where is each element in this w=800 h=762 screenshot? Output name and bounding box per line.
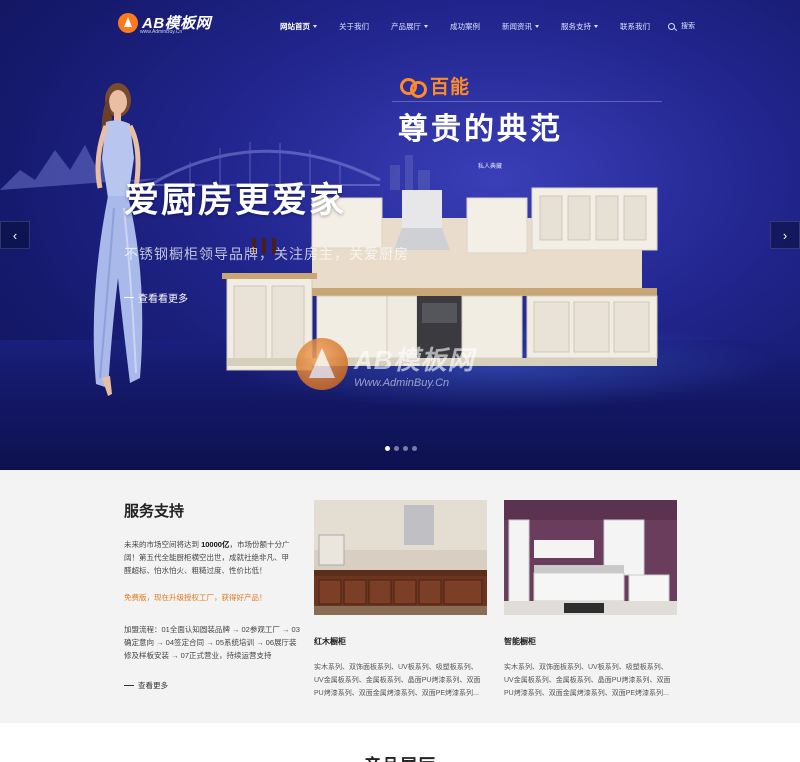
menu-item-label: 服务支持 (561, 21, 591, 31)
product-card[interactable]: 智能橱柜 实木系列、双饰面板系列、UV板系列、吸塑板系列、UV金属板系列、金属板… (504, 500, 677, 700)
watermark: AB模板网 Www.AdminBuy.Cn (296, 338, 475, 390)
service-highlight: 免费版，现在升级授权工厂，获得好产品！ (124, 593, 267, 602)
service-paragraph-prefix: 未来的市场空间将达到 (124, 540, 202, 549)
menu-item-about[interactable]: 关于我们 (339, 21, 369, 32)
chevron-left-icon: ‹ (12, 227, 18, 243)
watermark-title: AB模板网 (354, 344, 475, 375)
brand-divider (392, 101, 662, 102)
card-image-redwood-kitchen (314, 500, 487, 615)
products-section: 产品展厅 (0, 723, 800, 762)
service-paragraph: 未来的市场空间将达到 10000亿，市场份额十分广阔！第五代全能厨柜横空出世，成… (124, 538, 296, 577)
card-description: 实木系列、双饰面板系列、UV板系列、吸塑板系列、UV金属板系列、金属板系列、晶面… (314, 664, 481, 697)
card-description: 实木系列、双饰面板系列、UV板系列、吸塑板系列、UV金属板系列、金属板系列、晶面… (504, 664, 671, 697)
card-title: 红木橱柜 (314, 637, 346, 646)
logo-subtext: www.AdminBuy.Cn (140, 29, 183, 35)
service-title: 服务支持 (124, 503, 185, 520)
menu-item-home[interactable]: 网站首页 (280, 21, 317, 32)
top-navigation: AB模板网 www.AdminBuy.Cn 网站首页 关于我们 产品展厅 成功案… (0, 0, 800, 52)
service-more-label: 查看更多 (138, 681, 168, 690)
watermark-url: Www.AdminBuy.Cn (354, 376, 450, 389)
dash-icon (124, 685, 134, 686)
menu-item-label: 关于我们 (339, 21, 369, 31)
slider-dot[interactable] (412, 446, 417, 451)
watermark-text: AB模板网 Www.AdminBuy.Cn (354, 340, 475, 389)
menu-item-label: 成功案例 (450, 21, 480, 31)
menu-item-label: 网站首页 (280, 21, 310, 31)
watermark-logo-icon (296, 338, 348, 390)
brand-name: 百能 (430, 77, 471, 98)
menu-item-label: 新闻资讯 (502, 21, 532, 31)
banner-title: 爱厨房更爱家 (124, 181, 347, 220)
brand-logo: 百能 (400, 72, 470, 99)
menu-item-service[interactable]: 服务支持 (561, 21, 598, 32)
slider-dot[interactable] (403, 446, 408, 451)
banner-slogan: 尊贵的典范 (398, 112, 563, 147)
banner-more-link[interactable]: 查看看更多 (124, 290, 188, 305)
hero-banner: AB模板网 www.AdminBuy.Cn 网站首页 关于我们 产品展厅 成功案… (0, 0, 800, 470)
banner-subtitle: 不锈钢橱柜领导品牌，关注房主，关爱厨房 (124, 246, 409, 262)
site-logo[interactable]: AB模板网 www.AdminBuy.Cn (118, 12, 211, 35)
menu-item-label: 产品展厅 (391, 21, 421, 31)
caret-down-icon (313, 24, 317, 28)
caret-down-icon (424, 24, 428, 28)
slider-dot[interactable] (385, 446, 390, 451)
menu-item-products[interactable]: 产品展厅 (391, 21, 428, 32)
menu-item-contact[interactable]: 联系我们 (620, 21, 650, 32)
service-section: 服务支持 未来的市场空间将达到 10000亿，市场份额十分广阔！第五代全能厨柜横… (0, 470, 800, 723)
slider-pagination (385, 446, 417, 451)
main-menu: 网站首页 关于我们 产品展厅 成功案例 新闻资讯 服务支持 联系我们 搜索 (280, 0, 695, 52)
slider-next-button[interactable]: › (770, 221, 800, 249)
service-more-link[interactable]: 查看更多 (124, 680, 168, 691)
search-label: 搜索 (681, 23, 695, 30)
menu-item-label: 联系我们 (620, 21, 650, 31)
model-figure (93, 83, 143, 396)
logo-icon (118, 12, 138, 33)
chevron-right-icon: › (782, 227, 788, 243)
product-card[interactable]: 红木橱柜 实木系列、双饰面板系列、UV板系列、吸塑板系列、UV金属板系列、金属板… (314, 500, 487, 700)
slider-dot[interactable] (394, 446, 399, 451)
menu-item-news[interactable]: 新闻资讯 (502, 21, 539, 32)
card-image-smart-kitchen (504, 500, 677, 615)
search-icon (668, 22, 675, 30)
search-button[interactable]: 搜索 (668, 21, 695, 31)
service-process: 加盟流程：01全面认知圆装品牌 → 02参观工厂 → 03确定意向 → 04签定… (124, 625, 300, 660)
banner-mini-title: 私人典藏 (478, 164, 503, 170)
brand-icon (400, 76, 427, 98)
service-paragraph-number: 10000亿 (201, 540, 230, 549)
menu-item-cases[interactable]: 成功案例 (450, 21, 480, 32)
banner-more-label: 查看看更多 (138, 294, 188, 305)
products-section-title: 产品展厅 (0, 751, 800, 762)
dash-icon (124, 297, 134, 298)
caret-down-icon (594, 24, 598, 28)
slider-prev-button[interactable]: ‹ (0, 221, 30, 249)
card-title: 智能橱柜 (504, 637, 536, 646)
caret-down-icon (535, 24, 539, 28)
